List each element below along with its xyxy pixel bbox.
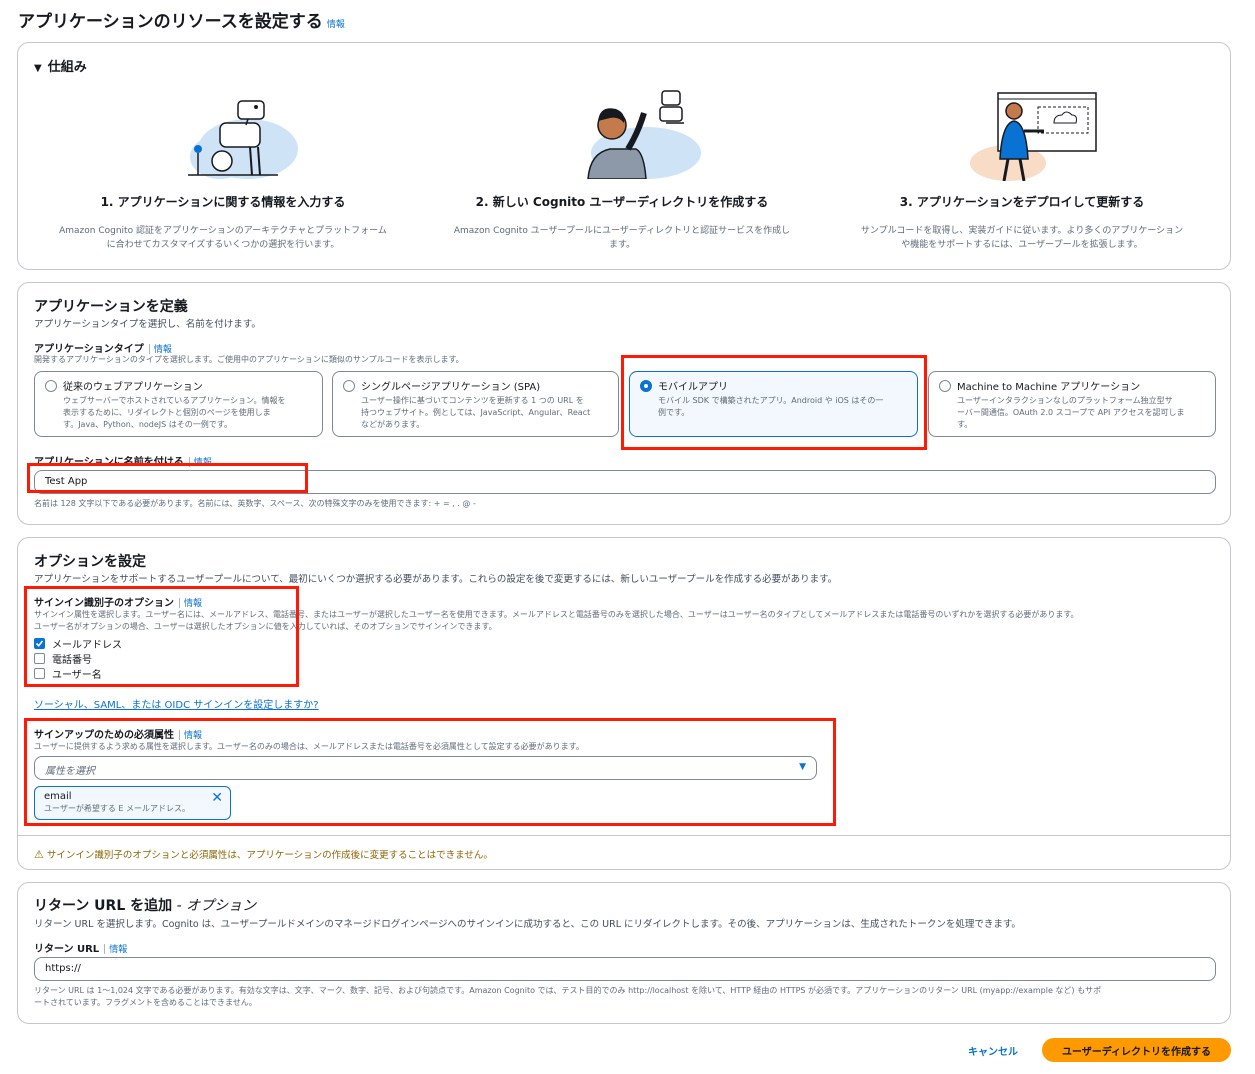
step-1-desc-line1: Amazon Cognito 認証をアプリケーションのアーキテクチャとプラットフ…	[59, 226, 387, 236]
page-title: アプリケーションのリソースを設定する 情報	[18, 12, 345, 32]
app-type-desc-line: す。Java、Python、nodeJS はその一例です。	[63, 420, 232, 429]
return-url-panel: リターン URL を追加 - オプション リターン URL を選択します。Cog…	[17, 882, 1231, 1024]
radio-spa[interactable]	[343, 380, 355, 392]
step-2-title: 2. 新しい Cognito ユーザーディレクトリを作成する	[475, 195, 769, 209]
return-url-desc: リターン URL を選択します。Cognito は、ユーザープールドメインのマネ…	[34, 919, 1021, 930]
app-type-desc-line: ーバー間通信。OAuth 2.0 スコープで API アクセスを認可しま	[957, 408, 1185, 417]
radio-traditional-web[interactable]	[45, 380, 57, 392]
cancel-button[interactable]: キャンセル	[968, 1043, 1018, 1058]
phone-checkbox-label[interactable]: 電話番号	[52, 651, 92, 666]
app-type-label: アプリケーションタイプ 情報	[34, 344, 172, 355]
app-name-label: アプリケーションに名前を付ける 情報	[34, 457, 212, 468]
app-name-hint: 名前は 128 文字以下である必要があります。名前には、英数字、スペース、次の特…	[34, 499, 476, 508]
caret-down-icon: ▼	[34, 63, 42, 74]
options-desc: アプリケーションをサポートするユーザープールについて、最初にいくつか選択する必要…	[34, 574, 838, 585]
app-name-info-link[interactable]: 情報	[194, 458, 212, 468]
define-desc: アプリケーションタイプを選択し、名前を付けます。	[34, 319, 261, 330]
app-type-desc-line: などがあります。	[361, 420, 425, 429]
step-2-desc-line2: ます。	[608, 240, 636, 250]
app-type-title: モバイルアプリ	[658, 382, 728, 393]
username-checkbox[interactable]	[34, 668, 45, 679]
token-name: email	[44, 791, 72, 802]
app-type-desc-line: 例です。	[658, 408, 690, 417]
signin-desc-line1: サインイン属性を選択します。ユーザー名には、メールアドレス、電話番号、またはユー…	[34, 610, 1079, 619]
step-3: 3. アプリケーションをデプロイして更新する サンプルコードを取得し、実装ガイド…	[832, 193, 1212, 252]
step-2-desc-line1: Amazon Cognito ユーザープールにユーザーディレクトリと認証サービス…	[453, 226, 791, 236]
options-title: オプションを設定	[34, 554, 146, 570]
username-checkbox-label[interactable]: ユーザー名	[52, 666, 102, 681]
warning-alert: ⚠ サインイン識別子のオプションと必須属性は、アプリケーションの作成後に変更するこ…	[34, 847, 493, 861]
app-type-desc-line: ユーザーインタラクションなしのプラットフォーム独立型サ	[957, 396, 1173, 405]
app-type-desc-line: 表示するために、リダイレクトと個別のページを使用しま	[63, 408, 271, 417]
return-url-input[interactable]: https://	[34, 957, 1216, 981]
warning-icon: ⚠	[34, 848, 44, 861]
define-application-panel: アプリケーションを定義 アプリケーションタイプを選択し、名前を付けます。 アプリ…	[17, 282, 1231, 525]
app-name-input[interactable]: Test App	[34, 470, 1216, 494]
options-panel: オプションを設定 アプリケーションをサポートするユーザープールについて、最初にい…	[17, 537, 1231, 870]
step-3-desc-line2: や機能をサポートするには、ユーザープールを拡張します。	[901, 240, 1143, 250]
step-1-desc-line2: に合わせてカスタマイズするいくつかの選択を行います。	[106, 240, 340, 250]
return-url-hint-line2: ートされています。フラグメントを含めることはできません。	[34, 998, 257, 1007]
attribute-select[interactable]: 属性を選択 ▼	[34, 756, 817, 780]
required-info-link[interactable]: 情報	[184, 731, 202, 741]
person-robot-illustration	[587, 90, 701, 179]
check-icon	[35, 640, 44, 647]
how-it-works-toggle[interactable]: ▼ 仕組み	[34, 56, 87, 75]
signin-options-label: サインイン識別子のオプション 情報	[34, 598, 203, 609]
warning-text: サインイン識別子のオプションと必須属性は、アプリケーションの作成後に変更すること…	[46, 850, 493, 861]
divider	[18, 835, 1230, 836]
caret-down-icon: ▼	[799, 762, 806, 772]
whiteboard-illustration	[970, 92, 1097, 181]
step-1-title: 1. アプリケーションに関する情報を入力する	[100, 195, 346, 209]
app-type-spa[interactable]: シングルページアプリケーション (SPA) ユーザー操作に基づいてコンテンツを更…	[332, 371, 619, 437]
app-type-m2m[interactable]: Machine to Machine アプリケーション ユーザーインタラクション…	[928, 371, 1216, 437]
return-url-info-link[interactable]: 情報	[109, 945, 127, 955]
app-type-title: 従来のウェブアプリケーション	[63, 382, 203, 393]
attribute-select-placeholder: 属性を選択	[45, 766, 95, 777]
app-type-mobile[interactable]: モバイルアプリ モバイル SDK で構築されたアプリ。Android や iOS…	[629, 371, 918, 437]
app-type-desc-line: す。	[957, 420, 973, 429]
remove-token-icon[interactable]: ✕	[211, 790, 223, 806]
signin-desc-line2: ユーザー名がオプションの場合、ユーザーは選択したオプションに値を入力していれば、…	[34, 622, 497, 631]
create-user-directory-button[interactable]: ユーザーディレクトリを作成する	[1042, 1038, 1231, 1062]
token-desc: ユーザーが希望する E メールアドレス。	[44, 804, 190, 813]
define-title: アプリケーションを定義	[34, 299, 188, 315]
email-attribute-token: email ユーザーが希望する E メールアドレス。 ✕	[34, 786, 231, 820]
how-it-works-panel: ▼ 仕組み 1. アプリケーションに関する情報を入力する Amazon Cogn…	[17, 42, 1231, 270]
step-3-title: 3. アプリケーションをデプロイして更新する	[899, 195, 1145, 209]
return-url-hint-line1: リターン URL は 1〜1,024 文字である必要があります。有効な文字は、文…	[34, 986, 1102, 995]
radio-m2m[interactable]	[939, 380, 951, 392]
social-signin-link[interactable]: ソーシャル、SAML、または OIDC サインインを設定しますか?	[34, 696, 319, 711]
return-url-label: リターン URL 情報	[34, 944, 128, 955]
app-type-traditional-web[interactable]: 従来のウェブアプリケーション ウェブサーバーでホストされているアプリケーション。…	[34, 371, 323, 437]
email-checkbox-label[interactable]: メールアドレス	[52, 636, 122, 651]
return-url-title: リターン URL を追加 - オプション	[34, 898, 257, 914]
step-2: 2. 新しい Cognito ユーザーディレクトリを作成する Amazon Co…	[432, 193, 812, 252]
radio-mobile[interactable]	[640, 380, 652, 392]
app-type-desc-line: ウェブサーバーでホストされているアプリケーション。情報を	[63, 396, 286, 405]
app-type-desc: 開発するアプリケーションのタイプを選択します。ご使用中のアプリケーションに類似の…	[34, 355, 464, 364]
required-attributes-label: サインアップのための必須属性 情報	[34, 730, 203, 741]
app-type-desc-line: 持つウェブサイト。例としては、JavaScript、Angular、React	[361, 408, 591, 417]
email-checkbox[interactable]	[34, 638, 45, 649]
signin-info-link[interactable]: 情報	[184, 599, 202, 609]
app-type-title: シングルページアプリケーション (SPA)	[361, 382, 541, 393]
step-3-desc-line1: サンプルコードを取得し、実装ガイドに従います。より多くのアプリケーション	[860, 226, 1184, 236]
app-type-title: Machine to Machine アプリケーション	[957, 382, 1141, 393]
required-attributes-desc: ユーザーに提供するよう求める属性を選択します。ユーザー名のみの場合は、メールアド…	[34, 742, 584, 751]
page-info-link[interactable]: 情報	[327, 20, 345, 30]
robot-dog-illustration	[188, 100, 298, 179]
app-type-desc-line: モバイル SDK で構築されたアプリ。Android や iOS はその一	[658, 396, 884, 405]
step-1: 1. アプリケーションに関する情報を入力する Amazon Cognito 認証…	[33, 193, 413, 252]
phone-checkbox[interactable]	[34, 653, 45, 664]
app-type-desc-line: ユーザー操作に基づいてコンテンツを更新する 1 つの URL を	[361, 396, 584, 405]
